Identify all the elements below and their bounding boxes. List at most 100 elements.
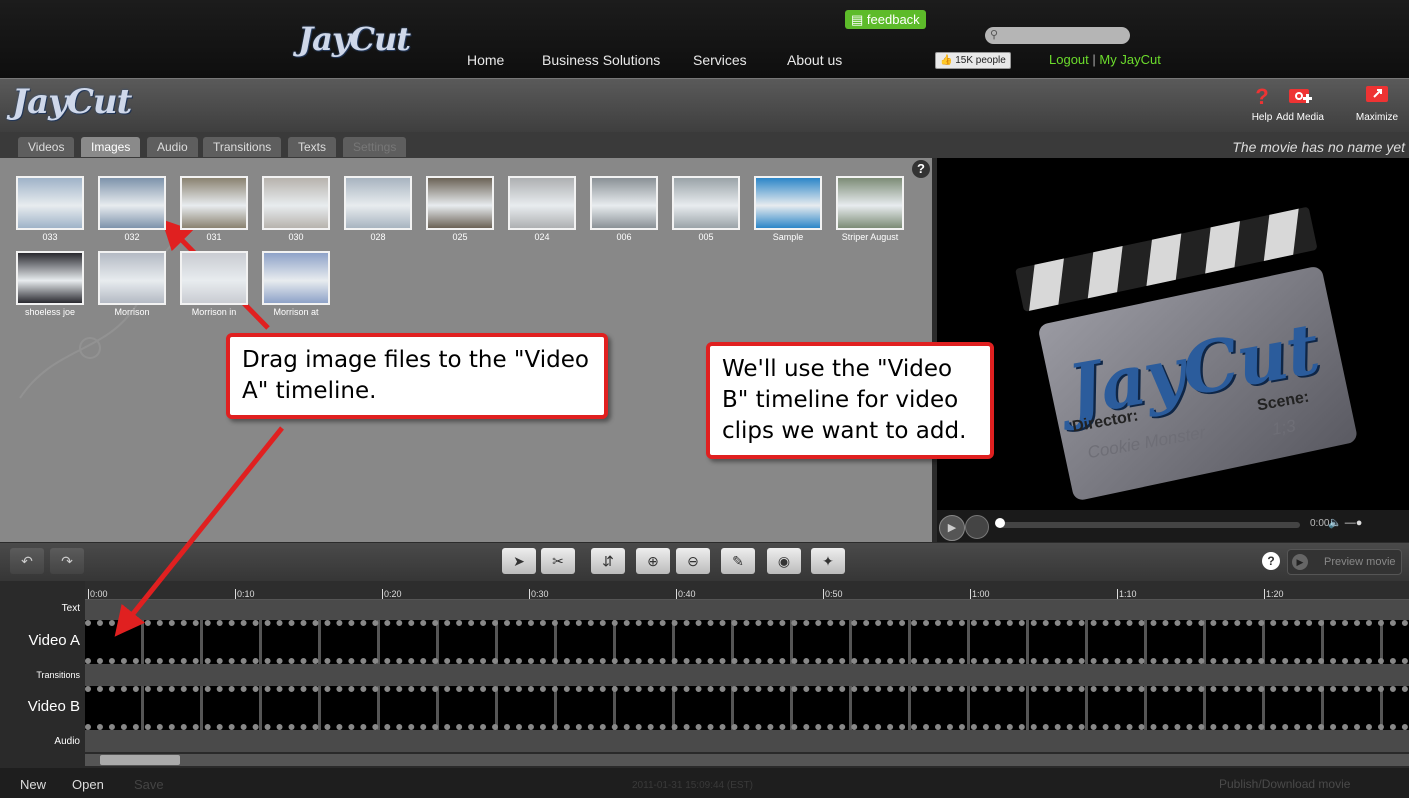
- timeline-scrollbar[interactable]: [85, 754, 1409, 766]
- image-thumbnail[interactable]: [836, 176, 904, 230]
- track-label-video-a: Video A: [28, 632, 80, 649]
- time-readout: 0:00: [1310, 518, 1330, 529]
- video-preview: JayCut Director: Cookie Monster Scene: 1…: [937, 158, 1409, 518]
- stop-button[interactable]: [965, 515, 989, 539]
- audio-track[interactable]: [85, 730, 1409, 752]
- sliders-icon: ⇵: [602, 553, 614, 569]
- nav-home[interactable]: Home: [467, 52, 504, 68]
- panel-help-button[interactable]: ?: [912, 160, 930, 178]
- seek-handle[interactable]: [995, 518, 1005, 528]
- open-button[interactable]: Open: [72, 777, 104, 792]
- mixer-button[interactable]: ⇵: [591, 548, 625, 574]
- image-thumbnail[interactable]: [98, 176, 166, 230]
- zoom-out-icon: ⊖: [687, 553, 699, 569]
- image-thumbnail[interactable]: [262, 176, 330, 230]
- video-a-track[interactable]: [85, 620, 1409, 664]
- feedback-icon: ▤: [851, 12, 867, 27]
- nav-business-solutions[interactable]: Business Solutions: [542, 52, 660, 68]
- tab-videos[interactable]: Videos: [18, 137, 75, 157]
- image-thumbnail[interactable]: [262, 251, 330, 305]
- add-media-label: Add Media: [1276, 112, 1324, 123]
- zoom-in-button[interactable]: ⊕: [636, 548, 670, 574]
- search-icon: ⚲: [990, 29, 999, 41]
- ruler-tick-label: 0:20: [382, 589, 402, 599]
- image-thumbnail-label: Sample: [772, 232, 804, 242]
- app-logo: JayCut: [12, 82, 132, 122]
- text-track[interactable]: [85, 600, 1409, 620]
- image-thumbnail-label: 032: [124, 232, 140, 242]
- edit-clip-button[interactable]: ✎: [721, 548, 755, 574]
- track-label-video-b: Video B: [27, 698, 80, 715]
- preview-movie-label: Preview movie: [1324, 556, 1396, 568]
- timeline-scroll-thumb[interactable]: [100, 755, 180, 765]
- volume-slider[interactable]: 🔈 —●: [1328, 516, 1362, 529]
- image-thumbnail[interactable]: [180, 251, 248, 305]
- add-media-button[interactable]: Add Media: [1270, 84, 1330, 123]
- like-button[interactable]: 👍 15K people: [935, 52, 1011, 69]
- scissors-icon: ✂: [552, 553, 564, 569]
- image-thumbnail[interactable]: [180, 176, 248, 230]
- thumbs-up-icon: 👍: [940, 55, 953, 66]
- account-links: Logout | My JayCut: [1049, 52, 1161, 67]
- publish-download-button: Publish/Download movie: [1219, 777, 1351, 791]
- image-thumbnail[interactable]: [590, 176, 658, 230]
- my-jaycut-link[interactable]: My JayCut: [1099, 52, 1160, 67]
- image-thumbnail[interactable]: [98, 251, 166, 305]
- image-thumbnail-label: Morrison at: [273, 307, 319, 317]
- webcam-button[interactable]: ◉: [767, 548, 801, 574]
- tab-transitions[interactable]: Transitions: [203, 137, 282, 157]
- time-ruler[interactable]: [85, 581, 1409, 600]
- video-b-track[interactable]: [85, 686, 1409, 730]
- movie-name[interactable]: The movie has no name yet: [1232, 139, 1405, 155]
- cut-tool-button[interactable]: ✂: [541, 548, 575, 574]
- image-thumbnail-label: shoeless joe: [24, 307, 76, 317]
- ruler-tick-label: 1:10: [1117, 589, 1137, 599]
- select-tool-button[interactable]: ➤: [502, 548, 536, 574]
- maximize-icon: [1347, 84, 1407, 110]
- effects-button[interactable]: ✦: [811, 548, 845, 574]
- play-button[interactable]: ▶: [939, 515, 965, 541]
- feedback-button[interactable]: ▤ feedback: [845, 10, 926, 29]
- tab-images[interactable]: Images: [81, 137, 141, 157]
- undo-button[interactable]: ↶: [10, 548, 44, 574]
- image-thumbnail-label: Morrison in: [191, 307, 237, 317]
- tab-texts[interactable]: Texts: [288, 137, 337, 157]
- speaker-icon: 🔈: [1328, 517, 1342, 529]
- seek-bar[interactable]: [1000, 522, 1300, 528]
- transitions-track[interactable]: [85, 664, 1409, 686]
- image-thumbnail[interactable]: [16, 176, 84, 230]
- tab-audio[interactable]: Audio: [147, 137, 198, 157]
- maximize-label: Maximize: [1355, 112, 1399, 123]
- search-input[interactable]: ⚲: [985, 27, 1130, 44]
- play-circle-icon: ▶: [1292, 554, 1308, 570]
- logout-link[interactable]: Logout: [1049, 52, 1089, 67]
- image-thumbnail-label: 024: [534, 232, 550, 242]
- new-button[interactable]: New: [20, 777, 46, 792]
- preview-movie-button[interactable]: ▶ Preview movie: [1287, 549, 1402, 575]
- image-thumbnail[interactable]: [754, 176, 822, 230]
- image-thumbnail[interactable]: [16, 251, 84, 305]
- redo-icon: ↷: [61, 553, 73, 569]
- site-logo[interactable]: JayCut: [298, 20, 411, 58]
- image-thumbnail-label: 033: [42, 232, 58, 242]
- zoom-out-button[interactable]: ⊖: [676, 548, 710, 574]
- timeline-help-button[interactable]: ?: [1262, 552, 1280, 570]
- image-thumbnail[interactable]: [426, 176, 494, 230]
- image-thumbnail-label: Striper August: [841, 232, 899, 242]
- ruler-tick-label: 1:20: [1264, 589, 1284, 599]
- ruler-tick-label: 0:40: [676, 589, 696, 599]
- pen-icon: ✎: [732, 553, 744, 569]
- image-thumbnail[interactable]: [344, 176, 412, 230]
- track-label-audio: Audio: [54, 736, 80, 747]
- image-thumbnail[interactable]: [672, 176, 740, 230]
- ruler-tick-label: 0:00: [88, 589, 108, 599]
- maximize-button[interactable]: Maximize: [1347, 84, 1407, 123]
- image-thumbnail[interactable]: [508, 176, 576, 230]
- image-thumbnail-label: Morrison: [114, 307, 150, 317]
- redo-button[interactable]: ↷: [50, 548, 84, 574]
- saved-timestamp: 2011-01-31 15:09:44 (EST): [632, 780, 754, 791]
- nav-about-us[interactable]: About us: [787, 52, 842, 68]
- nav-services[interactable]: Services: [693, 52, 747, 68]
- undo-icon: ↶: [21, 553, 33, 569]
- callout-video-b: We'll use the "Video B" timeline for vid…: [706, 342, 994, 459]
